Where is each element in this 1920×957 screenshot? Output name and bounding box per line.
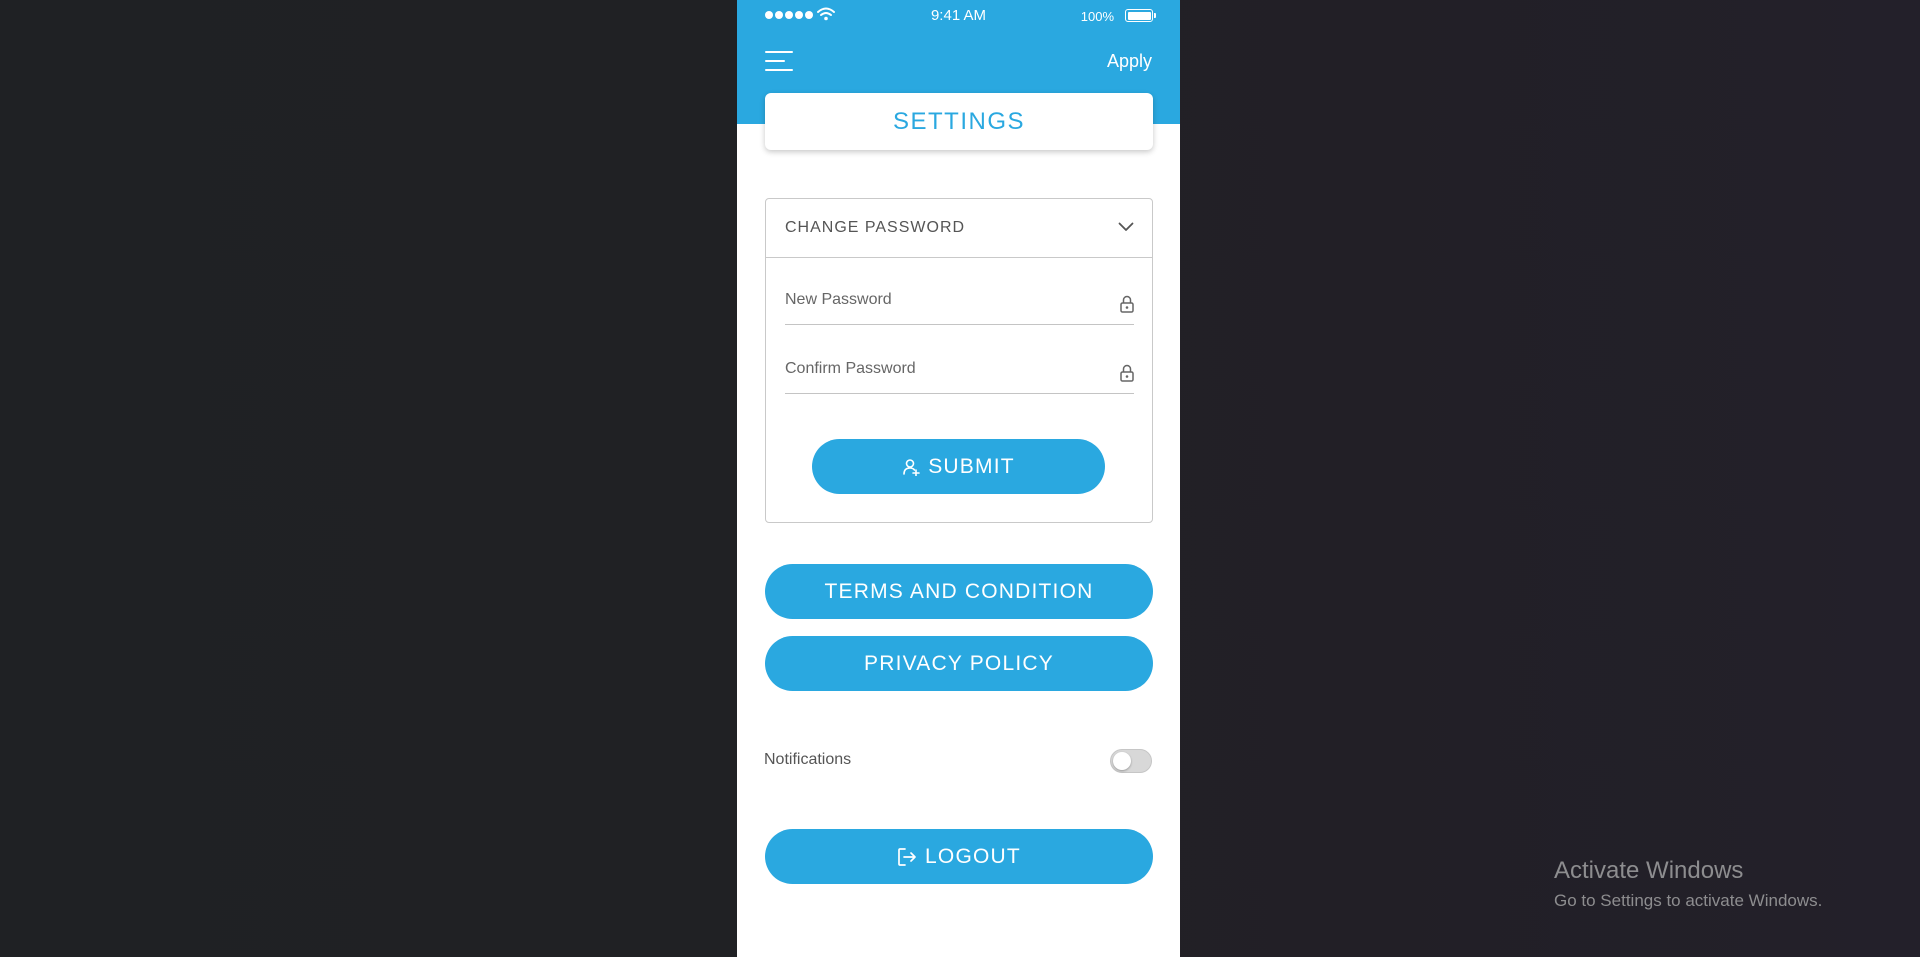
new-password-field [785, 285, 1134, 325]
battery-icon [1125, 9, 1156, 22]
submit-button[interactable]: SUBMIT [812, 439, 1105, 494]
apply-button[interactable]: Apply [1107, 51, 1152, 72]
logout-button[interactable]: LOGOUT [765, 829, 1153, 884]
terms-and-condition-button[interactable]: TERMS AND CONDITION [765, 564, 1153, 619]
toggle-knob [1113, 752, 1131, 770]
submit-label: SUBMIT [928, 454, 1015, 478]
change-password-panel: CHANGE PASSWORD SUBMIT [765, 198, 1153, 523]
lock-icon [1120, 295, 1134, 313]
change-password-title: CHANGE PASSWORD [785, 219, 966, 236]
battery-percentage: 100% [1080, 9, 1114, 24]
phone-screen: 9:41 AM 100% Apply SETTINGS CHANGE PASSW… [737, 0, 1180, 957]
privacy-policy-button[interactable]: PRIVACY POLICY [765, 636, 1153, 691]
notifications-label: Notifications [764, 751, 852, 768]
chevron-down-icon [1118, 222, 1134, 231]
confirm-password-input[interactable] [785, 360, 1095, 378]
logout-label: LOGOUT [925, 844, 1021, 868]
logout-icon [897, 847, 917, 867]
watermark-subtitle: Go to Settings to activate Windows. [1554, 891, 1823, 910]
hamburger-menu-icon[interactable] [765, 51, 793, 73]
privacy-label: PRIVACY POLICY [864, 651, 1054, 675]
page-title: SETTINGS [765, 93, 1153, 150]
change-password-header[interactable]: CHANGE PASSWORD [766, 199, 1152, 258]
watermark-title: Activate Windows [1554, 857, 1744, 884]
activate-windows-watermark: Activate Windows Go to Settings to activ… [1554, 857, 1822, 911]
lock-icon [1120, 364, 1134, 382]
notifications-toggle[interactable] [1110, 749, 1152, 773]
terms-label: TERMS AND CONDITION [824, 579, 1094, 603]
new-password-input[interactable] [785, 291, 1095, 309]
user-add-icon [902, 458, 921, 476]
status-bar: 9:41 AM 100% [737, 0, 1180, 30]
confirm-password-field [785, 354, 1134, 394]
